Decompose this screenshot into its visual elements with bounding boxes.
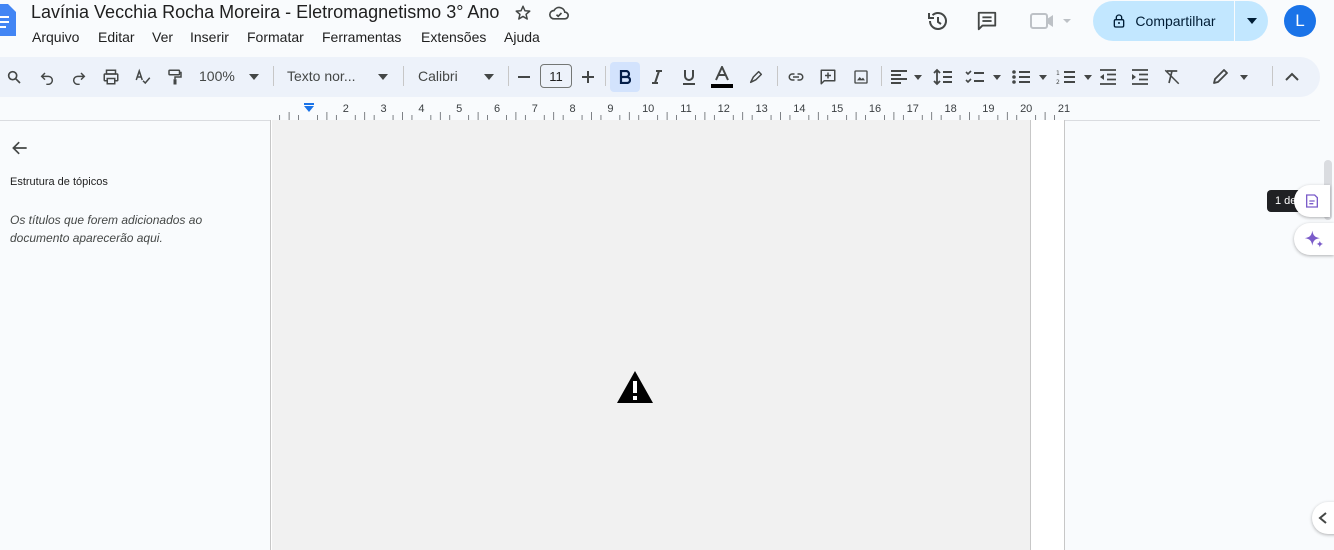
- insert-link-icon[interactable]: [785, 65, 807, 89]
- ruler-label: 2: [337, 103, 354, 115]
- ruler-label: 21: [1056, 103, 1072, 115]
- ruler-label: 4: [413, 103, 430, 115]
- outline-title: Estrutura de tópicos: [10, 176, 108, 188]
- menu-ver[interactable]: Ver: [152, 29, 173, 45]
- undo-icon[interactable]: [36, 65, 58, 89]
- editing-mode-icon[interactable]: [1210, 65, 1250, 89]
- ruler-label: 18: [942, 103, 959, 115]
- lock-icon: [1111, 13, 1127, 29]
- decrease-font-size-icon[interactable]: [515, 65, 533, 89]
- numbered-list-icon[interactable]: 12: [1055, 65, 1093, 89]
- add-comment-icon[interactable]: [817, 65, 839, 89]
- outline-empty-message: Os títulos que forem adicionados ao docu…: [10, 213, 203, 245]
- ruler-label: 13: [753, 103, 770, 115]
- style-dropdown-icon[interactable]: [376, 65, 390, 89]
- gemini-sparkle-button[interactable]: [1294, 223, 1334, 255]
- menu-ferramentas[interactable]: Ferramentas: [322, 29, 401, 45]
- ruler-label: 8: [564, 103, 581, 115]
- menu-inserir[interactable]: Inserir: [190, 29, 229, 45]
- text-color-icon[interactable]: [710, 65, 734, 89]
- side-panel-doc-button[interactable]: [1294, 185, 1330, 217]
- ruler-labels: 2 3 4 5 6 7 8 9 10 11 12 13 14 15 16 17 18 19 20 21: [271, 100, 1072, 120]
- side-panel-toggle-button[interactable]: [1312, 502, 1334, 534]
- document-title[interactable]: Lavínia Vecchia Rocha Moreira - Eletroma…: [31, 2, 499, 23]
- hide-menus-chevron-up-icon[interactable]: [1281, 65, 1303, 89]
- menu-formatar[interactable]: Formatar: [247, 29, 304, 45]
- sparkle-icon: [1304, 229, 1324, 249]
- toolbar-divider: [273, 66, 274, 86]
- meet-icon[interactable]: [1028, 8, 1074, 34]
- ruler-label: 19: [980, 103, 997, 115]
- bold-icon[interactable]: [610, 62, 640, 92]
- docs-logo-icon[interactable]: [0, 0, 16, 38]
- document-icon: [1304, 193, 1320, 209]
- align-icon[interactable]: [888, 65, 924, 89]
- toolbar-divider: [403, 66, 404, 86]
- zoom-dropdown-icon[interactable]: [247, 65, 261, 89]
- font-size-input[interactable]: 11: [540, 64, 572, 88]
- toolbar-divider: [881, 66, 882, 86]
- avatar[interactable]: L: [1284, 5, 1316, 37]
- bulleted-list-icon[interactable]: [1010, 65, 1048, 89]
- toolbar-divider: [1272, 66, 1273, 86]
- ruler-label: 20: [1018, 103, 1035, 115]
- history-icon[interactable]: [925, 8, 951, 34]
- zoom-select[interactable]: 100%: [199, 68, 235, 92]
- ruler-label: 6: [489, 103, 505, 115]
- svg-text:1: 1: [1056, 70, 1060, 77]
- menu-editar[interactable]: Editar: [98, 29, 135, 45]
- document-page[interactable]: [270, 120, 1065, 550]
- menu-arquivo[interactable]: Arquivo: [32, 29, 79, 45]
- toolbar-divider: [777, 66, 778, 86]
- ruler-label: 10: [640, 103, 657, 115]
- chevron-left-icon: [1318, 512, 1328, 524]
- spellcheck-icon[interactable]: [132, 65, 154, 89]
- ruler-label: 16: [867, 103, 883, 115]
- highlight-color-icon[interactable]: [745, 65, 767, 89]
- search-menu-icon[interactable]: [4, 65, 24, 89]
- ruler-label: 7: [526, 103, 543, 115]
- toolbar-divider: [605, 66, 606, 86]
- ruler-label: 17: [904, 103, 921, 115]
- back-arrow-icon[interactable]: [9, 137, 31, 159]
- checklist-icon[interactable]: [964, 65, 1002, 89]
- share-main-button[interactable]: Compartilhar: [1093, 1, 1234, 41]
- font-dropdown-icon[interactable]: [482, 65, 496, 89]
- toolbar-divider: [508, 66, 509, 86]
- share-button[interactable]: Compartilhar: [1093, 1, 1268, 41]
- menu-ajuda[interactable]: Ajuda: [504, 29, 540, 45]
- warning-icon: [616, 370, 656, 406]
- italic-icon[interactable]: [648, 65, 666, 89]
- redo-icon[interactable]: [68, 65, 90, 89]
- underline-icon[interactable]: [680, 65, 698, 89]
- menu-extensoes[interactable]: Extensões: [421, 29, 486, 45]
- ruler-label: 14: [791, 103, 808, 115]
- ruler-label: 5: [451, 103, 468, 115]
- star-icon[interactable]: [513, 3, 533, 23]
- insert-image-icon[interactable]: [850, 65, 872, 89]
- font-select[interactable]: Calibri: [418, 68, 458, 92]
- ruler-label: 12: [715, 103, 732, 115]
- ruler-label: 11: [678, 103, 694, 115]
- clear-formatting-icon[interactable]: [1161, 65, 1183, 89]
- increase-indent-icon[interactable]: [1129, 65, 1151, 89]
- broken-image-placeholder[interactable]: [272, 120, 1031, 550]
- paint-format-icon[interactable]: [164, 65, 186, 89]
- print-icon[interactable]: [100, 65, 122, 89]
- svg-text:2: 2: [1056, 79, 1060, 85]
- ruler-label: 15: [829, 103, 846, 115]
- cloud-saved-icon[interactable]: [548, 3, 570, 23]
- paragraph-style-select[interactable]: Texto nor...: [287, 68, 355, 92]
- ruler-label: 3: [375, 103, 392, 115]
- comment-icon[interactable]: [974, 8, 1000, 34]
- line-spacing-icon[interactable]: [932, 65, 954, 89]
- ruler-label: 9: [602, 103, 619, 115]
- increase-font-size-icon[interactable]: [579, 65, 597, 89]
- share-dropdown-icon[interactable]: [1235, 1, 1268, 41]
- decrease-indent-icon[interactable]: [1097, 65, 1119, 89]
- share-label: Compartilhar: [1135, 13, 1216, 29]
